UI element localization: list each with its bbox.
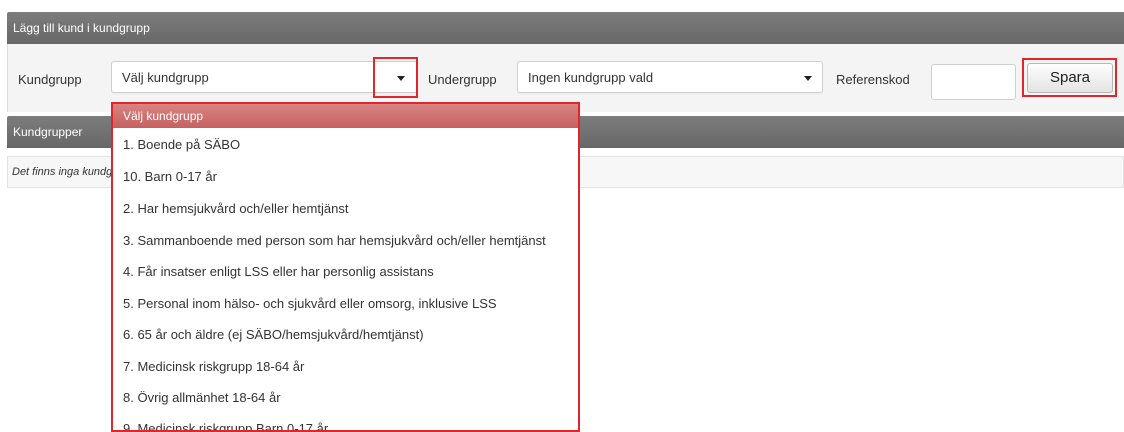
dropdown-option-3[interactable]: 2. Har hemsjukvård och/eller hemtjänst — [113, 197, 578, 221]
referenskod-input[interactable] — [931, 64, 1016, 100]
kundgrupp-dropdown-list: Välj kundgrupp 1. Boende på SÄBO 10. Bar… — [111, 102, 580, 432]
dropdown-option-4[interactable]: 3. Sammanboende med person som har hemsj… — [113, 229, 578, 253]
save-button[interactable]: Spara — [1027, 63, 1113, 93]
chevron-down-icon[interactable] — [804, 76, 812, 81]
dropdown-option-5[interactable]: 4. Får insatser enligt LSS eller har per… — [113, 260, 578, 284]
undergrupp-select-value: Ingen kundgrupp vald — [528, 70, 654, 85]
undergrupp-label: Undergrupp — [428, 72, 497, 87]
undergrupp-select[interactable]: Ingen kundgrupp vald — [517, 61, 823, 93]
add-section-header: Lägg till kund i kundgrupp — [7, 12, 1124, 44]
dropdown-option-9[interactable]: 8. Övrig allmänhet 18-64 år — [113, 386, 578, 410]
kundgrupp-arrow-highlight — [373, 57, 418, 98]
referenskod-label: Referenskod — [836, 72, 910, 87]
dropdown-option-2[interactable]: 10. Barn 0-17 år — [113, 165, 578, 189]
dropdown-option-6[interactable]: 5. Personal inom hälso- och sjukvård ell… — [113, 292, 578, 316]
add-section-title: Lägg till kund i kundgrupp — [13, 21, 150, 35]
dropdown-option-1[interactable]: 1. Boende på SÄBO — [113, 133, 578, 157]
dropdown-option-8[interactable]: 7. Medicinsk riskgrupp 18-64 år — [113, 355, 578, 379]
kundgrupp-select[interactable]: Välj kundgrupp — [111, 61, 418, 93]
groups-section-title: Kundgrupper — [13, 125, 83, 139]
dropdown-option-0[interactable]: Välj kundgrupp — [113, 104, 578, 128]
page: Lägg till kund i kundgrupp Kundgrupp Väl… — [0, 0, 1124, 432]
dropdown-option-7[interactable]: 6. 65 år och äldre (ej SÄBO/hemsjukvård/… — [113, 323, 578, 347]
kundgrupp-select-value: Välj kundgrupp — [122, 70, 209, 85]
kundgrupp-label: Kundgrupp — [18, 72, 82, 87]
dropdown-option-10[interactable]: 9. Medicinsk riskgrupp Barn 0-17 år — [113, 417, 578, 430]
